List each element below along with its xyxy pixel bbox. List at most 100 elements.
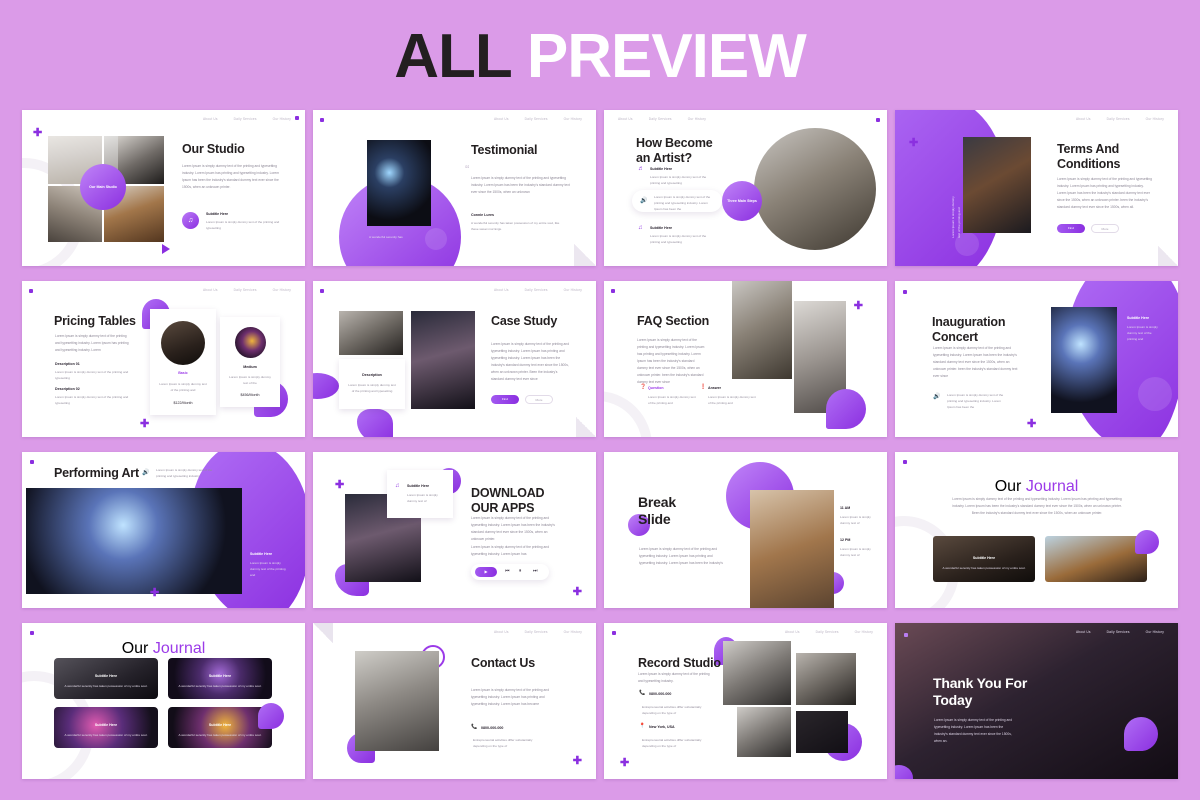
slide-nav: About Us Daily Services Our History [494, 288, 582, 292]
pricing-card-medium[interactable]: Medium Lorem Ipsum is simply dummy text … [220, 317, 280, 407]
nav-about-us[interactable]: About Us [618, 117, 633, 121]
card-body: Lorem Ipsum is simply dummy text of the … [348, 383, 396, 394]
feature-title: Subtitle Here [206, 212, 229, 216]
nav-daily-services[interactable]: Daily Services [816, 630, 839, 634]
nav-daily-services[interactable]: Daily Services [1107, 117, 1130, 121]
nav-daily-services[interactable]: Daily Services [525, 117, 548, 121]
journal-card-1-body: A wonderful serenity has taken possessio… [942, 566, 1026, 570]
decor-soft-circle [1138, 377, 1172, 411]
nav-our-history[interactable]: Our History [564, 117, 582, 121]
slide-contact-us[interactable]: About Us Daily Services Our History Cont… [313, 623, 596, 779]
next-icon[interactable]: ⏭ [533, 568, 538, 574]
phone-note: Entrepreneurial activities differ substa… [473, 738, 533, 749]
phone-icon: 📞 [639, 690, 646, 696]
slide-nav: About Us Daily Services Our History [203, 117, 291, 121]
media-player[interactable]: ▶ ⏮ ⏸ ⏭ [471, 564, 549, 580]
slide-our-journal-two[interactable]: Our Journal Lorem Ipsum is simply dummy … [895, 452, 1178, 608]
nav-our-history[interactable]: Our History [564, 288, 582, 292]
feature-card[interactable]: ♫ Subtitle Here Lorem Ipsum is simply du… [387, 470, 453, 518]
nav-about-us[interactable]: About Us [1076, 117, 1091, 121]
journal-card[interactable]: Subtitle Here A wonderful serenity has t… [168, 707, 272, 748]
nav-about-us[interactable]: About Us [203, 288, 218, 292]
journal-card-2[interactable] [1045, 536, 1147, 582]
journal-card-1[interactable]: Subtitle Here A wonderful serenity has t… [933, 536, 1035, 582]
slide-nav: About Us Daily Services Our History [1076, 630, 1164, 634]
our-main-studio-badge[interactable]: Our Main Studio [80, 164, 126, 210]
contact-value-2[interactable]: New York, USA [649, 725, 675, 729]
pause-icon[interactable]: ⏸ [519, 568, 522, 574]
slide-break-slide[interactable]: Break Slide Lorem Ipsum is simply dummy … [604, 452, 887, 608]
corner-dot-icon [29, 289, 33, 293]
step-2-pill[interactable]: 🔊 Lorem Ipsum is simply dummy text of th… [632, 190, 722, 212]
journal-card[interactable]: Subtitle Here A wonderful serenity has t… [168, 658, 272, 699]
nav-about-us[interactable]: About Us [494, 117, 509, 121]
find-button[interactable]: Find [1057, 224, 1085, 233]
panel-body: Lorem Ipsum is simply dummy text of the … [250, 561, 286, 578]
nav-about-us[interactable]: About Us [203, 117, 218, 121]
header-body: Lorem Ipsum is simply dummy text of the … [156, 468, 213, 479]
contact-value-1[interactable]: 0800-000-000 [649, 692, 671, 696]
pricing-card-basic[interactable]: Basic Lorem Ipsum is simply dummy text o… [150, 309, 216, 415]
studio-image-4 [796, 711, 848, 753]
case-image-1 [339, 311, 403, 355]
slide-inauguration-concert[interactable]: ✚ Inauguration Concert Lorem Ipsum is si… [895, 281, 1178, 437]
slide-title: Pricing Tables [54, 314, 136, 328]
decor-blob [1124, 717, 1158, 751]
title-accent: Journal [152, 640, 206, 657]
slide-body: Lorem Ipsum is simply dummy text of the … [637, 338, 705, 384]
slide-download-our-apps[interactable]: ✚ ✚ ♫ Subtitle Here Lorem Ipsum is simpl… [313, 452, 596, 608]
phone-number[interactable]: 0800-000-000 [481, 726, 503, 730]
nav-daily-services[interactable]: Daily Services [1107, 630, 1130, 634]
nav-our-history[interactable]: Our History [273, 117, 291, 121]
slide-how-become-an-artist[interactable]: About Us Daily Services Our History How … [604, 110, 887, 266]
decor-blob [826, 389, 866, 429]
nav-about-us[interactable]: About Us [494, 288, 509, 292]
nav-our-history[interactable]: Our History [688, 117, 706, 121]
corner-fold [1158, 246, 1178, 266]
more-button[interactable]: More [525, 395, 553, 404]
nav-our-history[interactable]: Our History [273, 288, 291, 292]
decor-blob-bottom [357, 409, 393, 437]
slide-thank-you[interactable]: About Us Daily Services Our History Than… [895, 623, 1178, 779]
slide-title: Our Studio [182, 142, 245, 156]
nav-our-history[interactable]: Our History [1146, 630, 1164, 634]
slide-our-studio[interactable]: About Us Daily Services Our History ✚ Ou… [22, 110, 305, 266]
plus-icon: ✚ [620, 757, 630, 769]
card-body: A wonderful serenity has taken possessio… [178, 684, 262, 688]
nav-daily-services[interactable]: Daily Services [525, 630, 548, 634]
nav-about-us[interactable]: About Us [1076, 630, 1091, 634]
plus-icon: ✚ [33, 127, 43, 139]
step-3-body: Lorem Ipsum is simply dummy text of the … [650, 234, 707, 245]
slide-terms-and-conditions[interactable]: About Us Daily Services Our History ✚ Lo… [895, 110, 1178, 266]
plan-avatar [235, 327, 266, 358]
slide-pricing-tables[interactable]: About Us Daily Services Our History ✚ Pr… [22, 281, 305, 437]
slide-performing-art[interactable]: Performing Art 🔊 Lorem Ipsum is simply d… [22, 452, 305, 608]
three-main-steps-badge[interactable]: Three Main Steps [722, 181, 762, 221]
journal-card[interactable]: Subtitle Here A wonderful serenity has t… [54, 707, 158, 748]
more-button[interactable]: More [1091, 224, 1119, 233]
nav-our-history[interactable]: Our History [564, 630, 582, 634]
slide-title: How Become an Artist? [636, 136, 713, 165]
slide-our-journal-four[interactable]: Our Journal Subtitle Here A wonderful se… [22, 623, 305, 779]
prev-icon[interactable]: ⏮ [505, 568, 510, 574]
break-image [750, 490, 834, 608]
nav-daily-services[interactable]: Daily Services [525, 288, 548, 292]
nav-daily-services[interactable]: Daily Services [234, 117, 257, 121]
nav-about-us[interactable]: About Us [494, 630, 509, 634]
description-card[interactable]: Description Lorem Ipsum is simply dummy … [339, 359, 405, 409]
slide-record-studio[interactable]: About Us Daily Services Our History ✚ Re… [604, 623, 887, 779]
journal-card[interactable]: Subtitle Here A wonderful serenity has t… [54, 658, 158, 699]
nav-daily-services[interactable]: Daily Services [234, 288, 257, 292]
slide-case-study[interactable]: About Us Daily Services Our History Desc… [313, 281, 596, 437]
slide-testimonial[interactable]: About Us Daily Services Our History A wo… [313, 110, 596, 266]
nav-our-history[interactable]: Our History [1146, 117, 1164, 121]
nav-our-history[interactable]: Our History [855, 630, 873, 634]
title-dark: Our [994, 478, 1022, 495]
slide-faq-section[interactable]: ✚ FAQ Section Lorem Ipsum is simply dumm… [604, 281, 887, 437]
play-icon[interactable]: ▶ [475, 567, 497, 577]
nav-daily-services[interactable]: Daily Services [649, 117, 672, 121]
find-button[interactable]: Find [491, 395, 519, 404]
play-icon[interactable] [162, 244, 170, 254]
nav-about-us[interactable]: About Us [785, 630, 800, 634]
panel-body: Lorem Ipsum is simply dummy text of the … [1127, 325, 1158, 342]
